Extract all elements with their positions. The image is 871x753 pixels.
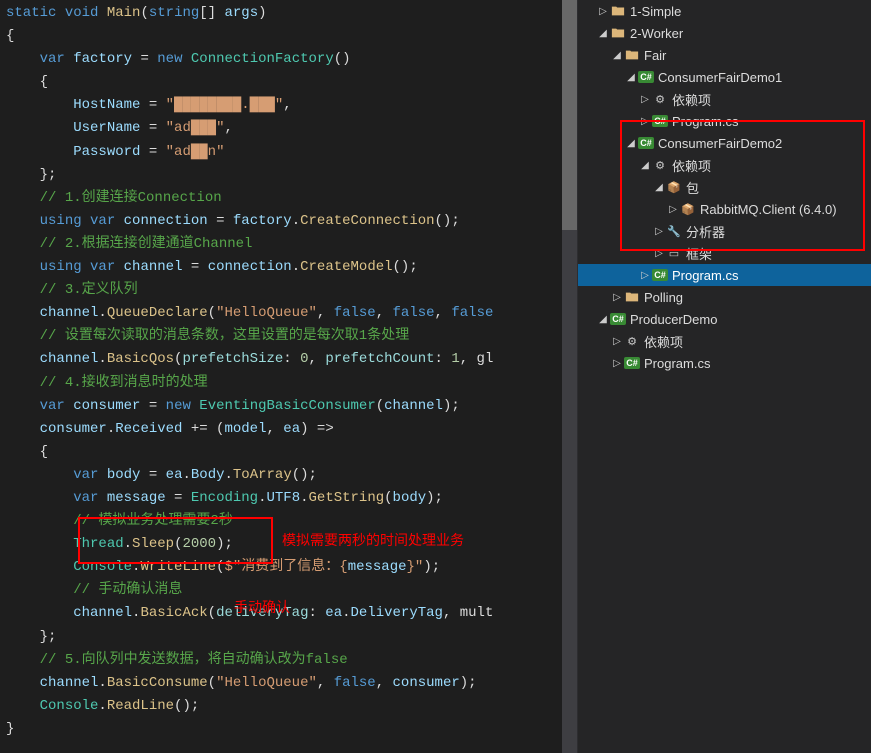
- tree-item-2-worker[interactable]: ◢ 2-Worker: [578, 22, 871, 44]
- scrollbar-thumb[interactable]: [562, 0, 577, 230]
- expand-icon[interactable]: ▷: [596, 6, 610, 17]
- tree-item-program-cs[interactable]: ▷C# Program.cs: [578, 352, 871, 374]
- code-line: using var channel = connection.CreateMod…: [6, 256, 571, 279]
- tree-label: 2-Worker: [630, 26, 683, 41]
- highlight-box-project: [620, 120, 865, 251]
- folder-icon: [624, 289, 640, 305]
- tree-item-polling[interactable]: ▷ Polling: [578, 286, 871, 308]
- annotation-sim: 模拟需要两秒的时间处理业务: [282, 530, 464, 550]
- expand-icon[interactable]: ◢: [596, 28, 610, 39]
- tree-item-consumerfairdemo1[interactable]: ◢C# ConsumerFairDemo1: [578, 66, 871, 88]
- code-editor[interactable]: static void Main(string[] args){ var fac…: [0, 0, 577, 753]
- expand-icon[interactable]: ◢: [610, 50, 624, 61]
- code-line: Password = "ad██n": [6, 141, 571, 164]
- expand-icon[interactable]: ▷: [638, 94, 652, 105]
- code-content: static void Main(string[] args){ var fac…: [0, 0, 577, 743]
- gear-icon: ⚙: [652, 91, 668, 107]
- folder-icon: [624, 47, 640, 63]
- tree-label: Polling: [644, 290, 683, 305]
- folder-icon: [610, 25, 626, 41]
- expand-icon[interactable]: ▷: [610, 292, 624, 303]
- tree-label: Program.cs: [644, 356, 710, 371]
- code-line: var body = ea.Body.ToArray();: [6, 464, 571, 487]
- code-line: // 5.向队列中发送数据，将自动确认改为false: [6, 649, 571, 672]
- tree-item----[interactable]: ▷⚙依赖项: [578, 88, 871, 110]
- tree-label: ConsumerFairDemo1: [658, 70, 782, 85]
- code-line: // 3.定义队列: [6, 279, 571, 302]
- code-line: {: [6, 25, 571, 48]
- code-line: var message = Encoding.UTF8.GetString(bo…: [6, 487, 571, 510]
- highlight-box-thread: [78, 517, 273, 564]
- code-line: var consumer = new EventingBasicConsumer…: [6, 395, 571, 418]
- code-line: // 4.接收到消息时的处理: [6, 372, 571, 395]
- code-line: // 1.创建连接Connection: [6, 187, 571, 210]
- tree-item----[interactable]: ▷⚙依赖项: [578, 330, 871, 352]
- expand-icon[interactable]: ▷: [610, 358, 624, 369]
- tree-item-1-simple[interactable]: ▷ 1-Simple: [578, 0, 871, 22]
- csfile-icon: C#: [624, 355, 640, 371]
- csfolder-icon: C#: [638, 69, 654, 85]
- code-line: };: [6, 626, 571, 649]
- tree-label: ProducerDemo: [630, 312, 717, 327]
- code-line: consumer.Received += (model, ea) =>: [6, 418, 571, 441]
- code-line: // 设置每次读取的消息条数，这里设置的是每次取1条处理: [6, 325, 571, 348]
- code-line: channel.BasicQos(prefetchSize: 0, prefet…: [6, 348, 571, 371]
- code-line: HostName = "████████.███",: [6, 94, 571, 117]
- code-line: }: [6, 718, 571, 741]
- tree-item-fair[interactable]: ◢ Fair: [578, 44, 871, 66]
- code-line: {: [6, 441, 571, 464]
- tree-label: Program.cs: [672, 268, 738, 283]
- tree-label: Fair: [644, 48, 666, 63]
- code-scrollbar[interactable]: [562, 0, 577, 753]
- expand-icon[interactable]: ▷: [610, 336, 624, 347]
- tree-item-producerdemo[interactable]: ◢C# ProducerDemo: [578, 308, 871, 330]
- tree-item-program-cs[interactable]: ▷C# Program.cs: [578, 264, 871, 286]
- code-line: Console.ReadLine();: [6, 695, 571, 718]
- code-line: UserName = "ad███",: [6, 117, 571, 140]
- code-line: var factory = new ConnectionFactory(): [6, 48, 571, 71]
- code-line: channel.BasicConsume("HelloQueue", false…: [6, 672, 571, 695]
- code-line: channel.QueueDeclare("HelloQueue", false…: [6, 302, 571, 325]
- csfolder-icon: C#: [610, 311, 626, 327]
- code-line: static void Main(string[] args): [6, 2, 571, 25]
- expand-icon[interactable]: ◢: [624, 72, 638, 83]
- gear-icon: ⚙: [624, 333, 640, 349]
- folder-icon: [610, 3, 626, 19]
- code-line: // 2.根据连接创建通道Channel: [6, 233, 571, 256]
- expand-icon[interactable]: ◢: [596, 314, 610, 325]
- tree-label: 依赖项: [672, 90, 711, 109]
- tree-label: 依赖项: [644, 332, 683, 351]
- solution-explorer[interactable]: ▷1-Simple◢2-Worker◢Fair◢C#ConsumerFairDe…: [577, 0, 871, 753]
- expand-icon[interactable]: ▷: [638, 270, 652, 281]
- csfile-icon: C#: [652, 267, 668, 283]
- code-line: {: [6, 71, 571, 94]
- code-line: using var connection = factory.CreateCon…: [6, 210, 571, 233]
- annotation-ack: 手动确认: [234, 597, 290, 617]
- code-line: };: [6, 164, 571, 187]
- tree-label: 1-Simple: [630, 4, 681, 19]
